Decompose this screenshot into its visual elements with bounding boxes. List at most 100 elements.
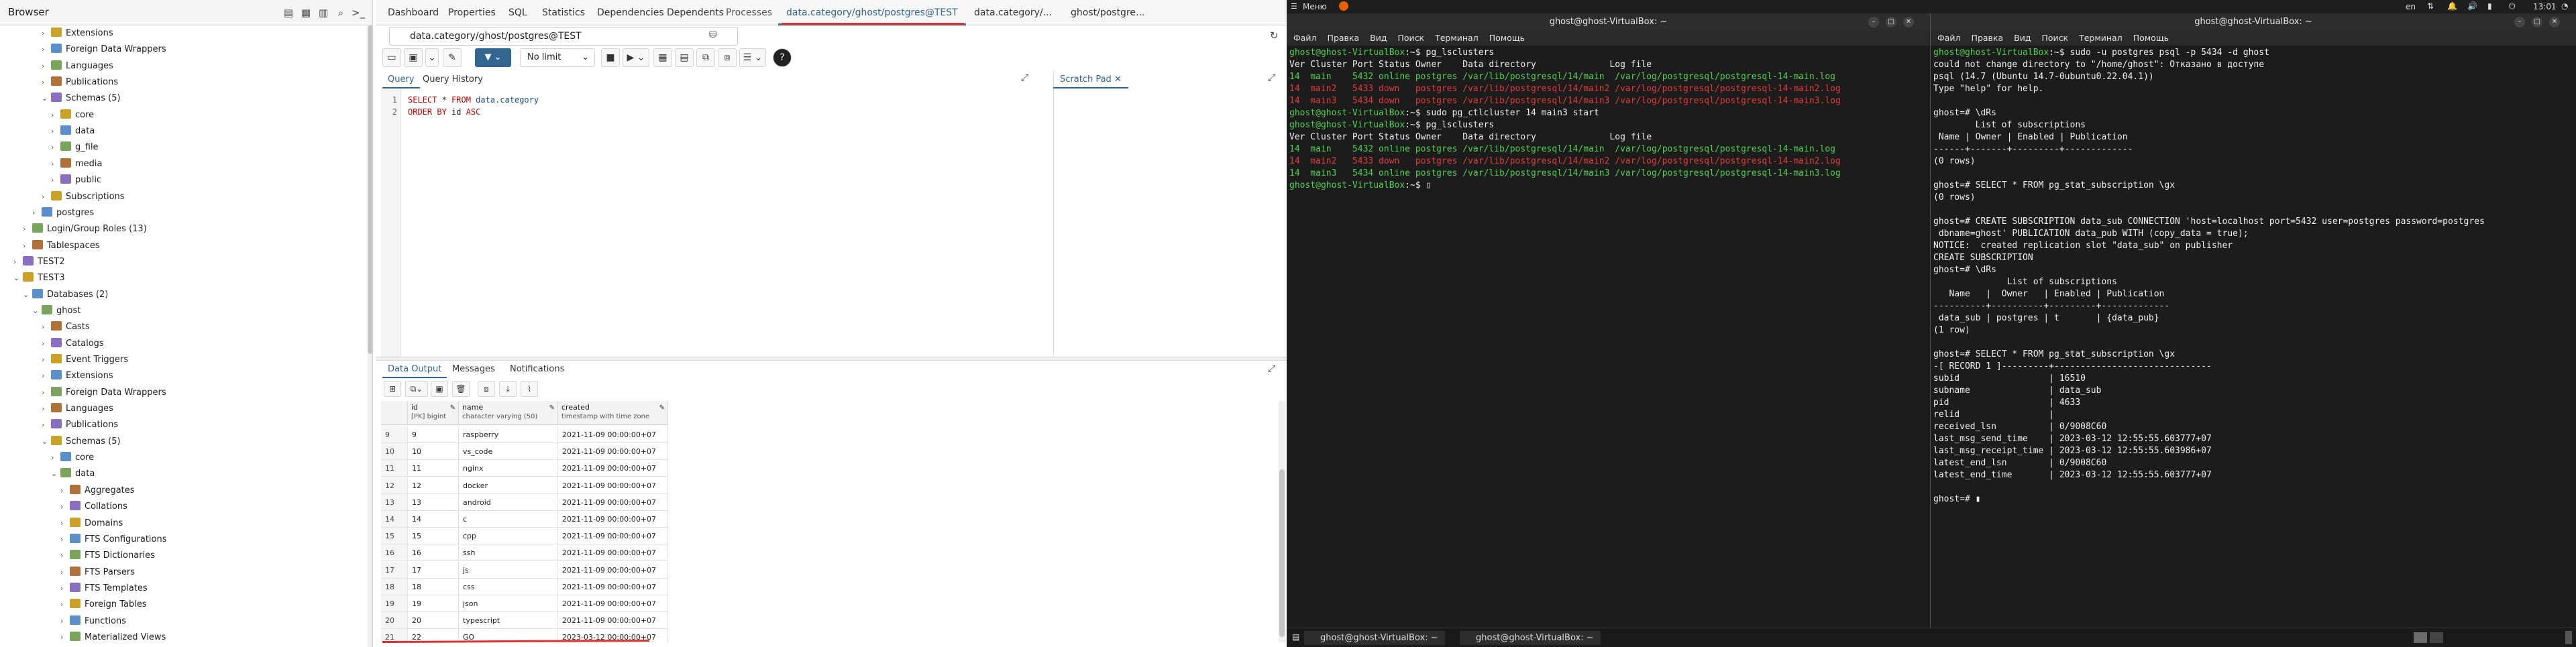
tree-item[interactable]: › TEST2 <box>13 254 65 270</box>
table-row[interactable]: 9 9 raspberry 2021-11-09 00:00:00+07 <box>381 426 1273 443</box>
delete-button[interactable]: 🗑 <box>452 381 470 397</box>
menu-item[interactable]: Поиск <box>2041 33 2068 43</box>
chevron-right-icon[interactable]: › <box>42 58 51 74</box>
menu-item[interactable]: Файл <box>1937 33 1961 43</box>
network-icon[interactable]: ⇅ <box>2427 1 2434 11</box>
close-window-icon[interactable]: ✕ <box>1903 17 1914 27</box>
tree-item[interactable]: › core <box>51 450 94 466</box>
chevron-right-icon[interactable]: › <box>23 221 32 237</box>
tree-item[interactable]: ⌄ TEST3 <box>13 270 65 286</box>
view-data-icon[interactable]: ▥ <box>317 7 330 19</box>
table-cell[interactable]: docker <box>459 477 558 494</box>
tree-item[interactable]: ⌄ Schemas (5) <box>42 91 121 107</box>
keyboard-layout[interactable]: en <box>2406 2 2416 11</box>
table-row[interactable]: 14 14 c 2021-11-09 00:00:00+07 <box>381 511 1273 528</box>
chevron-down-icon[interactable]: ⌄ <box>42 91 51 107</box>
table-cell[interactable]: 13 <box>408 493 459 511</box>
power-icon[interactable]: ⏻ <box>2509 1 2516 11</box>
explain-button[interactable]: ▦ <box>653 48 672 67</box>
table-cell[interactable]: 20 <box>408 612 459 630</box>
table-cell[interactable]: 19 <box>408 595 459 612</box>
tree-item[interactable]: › data <box>51 123 95 139</box>
chevron-down-icon[interactable]: ⌄ <box>32 303 42 319</box>
chevron-right-icon[interactable]: › <box>60 499 70 515</box>
table-row[interactable]: 16 16 ssh 2021-11-09 00:00:00+07 <box>381 544 1273 562</box>
tab-query-tool-2[interactable]: data.category/... <box>966 0 1060 25</box>
chevron-down-icon[interactable]: ⌄ <box>51 466 60 482</box>
chevron-right-icon[interactable]: › <box>42 385 51 401</box>
table-cell[interactable]: 18 <box>408 578 459 595</box>
table-cell[interactable]: nginx <box>459 460 558 477</box>
graph-button[interactable]: ⌇ <box>521 381 538 397</box>
tree-item[interactable]: › Publications <box>42 417 118 433</box>
maximize-window-icon[interactable]: □ <box>1886 17 1896 27</box>
table-cell[interactable]: android <box>459 493 558 511</box>
tree-item[interactable]: › g_file <box>51 139 99 156</box>
stop-button[interactable]: ■ <box>601 48 620 67</box>
chevron-right-icon[interactable]: › <box>51 123 60 139</box>
code-line[interactable]: SELECT * FROM data.category <box>408 95 539 105</box>
table-cell[interactable]: css <box>459 578 558 595</box>
menu-item[interactable]: Помощь <box>1489 33 1525 43</box>
chevron-right-icon[interactable]: › <box>60 565 70 581</box>
add-row-button[interactable]: ⊞ <box>384 381 401 397</box>
tab-properties[interactable]: Properties <box>440 0 504 25</box>
table-row[interactable]: 11 11 nginx 2021-11-09 00:00:00+07 <box>381 460 1273 477</box>
row-limit-select[interactable]: No limit ⌄ <box>520 48 595 67</box>
menu-item[interactable]: Поиск <box>1397 33 1424 43</box>
menu-item[interactable]: Файл <box>1293 33 1317 43</box>
tree-item[interactable]: ⌄ Schemas (5) <box>42 434 121 450</box>
table-row[interactable]: 20 20 typescript 2021-11-09 00:00:00+07 <box>381 612 1273 630</box>
tree-item[interactable]: › Event Triggers <box>42 352 128 368</box>
tree-item[interactable]: › Publications <box>42 74 118 91</box>
connection-selector[interactable]: data.category/ghost/postgres@TEST <box>389 27 738 46</box>
refresh-icon[interactable]: ↻ <box>1270 30 1279 42</box>
minimize-icon[interactable]: – <box>1868 17 1879 27</box>
table-row[interactable]: 18 18 css 2021-11-09 00:00:00+07 <box>381 578 1273 595</box>
tree-item[interactable]: › Languages <box>42 401 113 417</box>
user-icon[interactable]: ◔ <box>2561 1 2568 11</box>
tree-item[interactable]: › Functions <box>60 613 126 630</box>
table-row[interactable]: 15 15 cpp 2021-11-09 00:00:00+07 <box>381 528 1273 545</box>
commit-button[interactable]: ⧉ <box>696 48 715 67</box>
table-cell[interactable]: 12 <box>408 477 459 494</box>
close-icon[interactable]: ✕ <box>1114 74 1122 84</box>
column-header[interactable]: created timestamp with time zone ✎ <box>558 401 668 425</box>
tab-data-output[interactable]: Data Output <box>382 361 447 378</box>
column-header[interactable]: id [PK] bigint ✎ <box>408 401 459 425</box>
table-row[interactable]: 10 10 vs_code 2021-11-09 00:00:00+07 <box>381 443 1273 461</box>
menu-item[interactable]: Вид <box>2014 33 2031 43</box>
explain-analyze-button[interactable]: ▤ <box>675 48 694 67</box>
chevron-right-icon[interactable]: › <box>60 532 70 548</box>
grid-scrollbar-thumb[interactable] <box>1279 469 1285 637</box>
table-cell[interactable]: 10 <box>408 443 459 461</box>
terminal-output[interactable]: ghost@ghost-VirtualBox:~$ pg_lsclusters V… <box>1289 47 1927 628</box>
table-cell[interactable]: 9 <box>408 426 459 443</box>
table-cell[interactable]: js <box>459 561 558 579</box>
table-cell[interactable]: 2021-11-09 00:00:00+07 <box>558 493 668 511</box>
battery-icon[interactable]: ▮ <box>2487 1 2492 11</box>
paste-button[interactable]: ▣ <box>431 381 448 397</box>
table-cell[interactable]: 15 <box>408 528 459 545</box>
help-icon[interactable]: ? <box>773 48 792 67</box>
save-data-button[interactable]: ⧈ <box>478 381 495 397</box>
tree-item[interactable]: › Foreign Tables <box>60 597 147 613</box>
chevron-down-icon[interactable]: ⌄ <box>42 434 51 450</box>
table-cell[interactable]: 2021-11-09 00:00:00+07 <box>558 528 668 545</box>
table-cell[interactable]: 16 <box>408 544 459 562</box>
menu-item[interactable]: Терминал <box>2079 33 2123 43</box>
chevron-right-icon[interactable]: › <box>32 205 42 221</box>
tree-item[interactable]: › Foreign Data Wrappers <box>42 42 166 58</box>
tab-processes[interactable]: Processes <box>718 0 780 25</box>
menu-item[interactable]: Терминал <box>1435 33 1479 43</box>
menu-item[interactable]: Правка <box>1972 33 2004 43</box>
table-row[interactable]: 12 12 docker 2021-11-09 00:00:00+07 <box>381 477 1273 494</box>
open-file-button[interactable]: ▭ <box>382 48 401 67</box>
filter-button[interactable]: ▼ ⌄ <box>475 48 511 67</box>
maximize-output-icon[interactable]: ⤢ <box>1268 363 1275 374</box>
minimize-icon[interactable]: – <box>2514 17 2525 27</box>
menu-icon[interactable]: ☰ <box>1291 2 1297 11</box>
execute-button[interactable]: ▶ ⌄ <box>623 48 649 67</box>
tab-query-tool-active[interactable]: data.category/ghost/postgres@TEST <box>778 0 966 25</box>
tree-item[interactable]: › FTS Templates <box>60 581 148 597</box>
